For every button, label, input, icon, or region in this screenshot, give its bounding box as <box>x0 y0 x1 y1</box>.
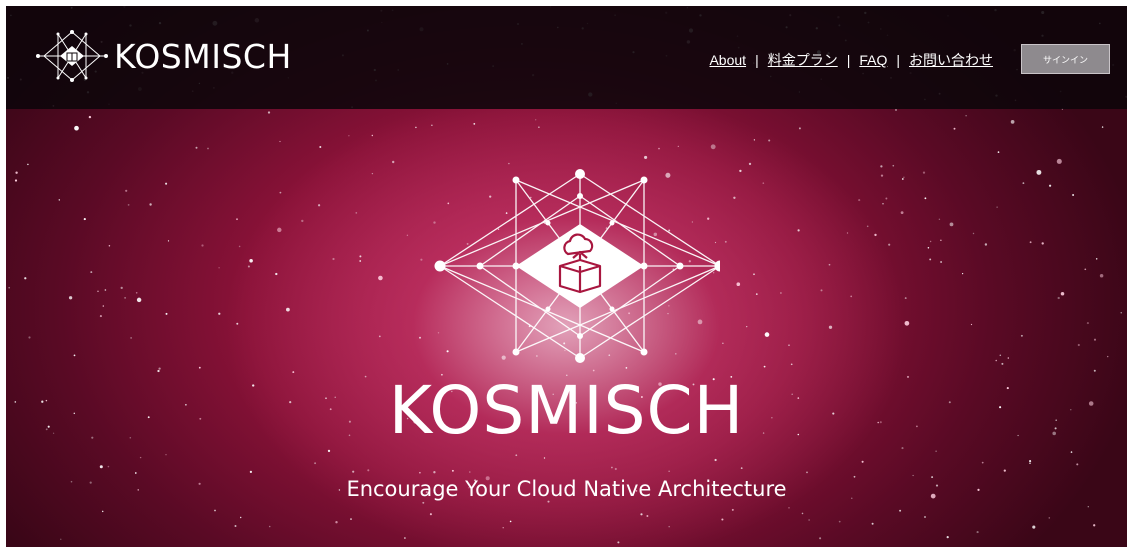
page-frame: KOSMISCH About | 料金プラン | FAQ | お問い合わせ サイ… <box>6 6 1127 547</box>
nav-separator: | <box>896 52 900 68</box>
nav-link-faq[interactable]: FAQ <box>859 52 887 68</box>
nav-link-about[interactable]: About <box>709 52 746 68</box>
nav-separator: | <box>846 52 851 68</box>
hero-title: KOSMISCH <box>388 372 745 449</box>
signin-button[interactable]: サインイン <box>1021 44 1110 74</box>
site-header: KOSMISCH About | 料金プラン | FAQ | お問い合わせ サイ… <box>6 6 1127 109</box>
nav-link-contact[interactable]: お問い合わせ <box>909 50 993 70</box>
nav-separator: | <box>755 52 759 68</box>
nav-link-pricing[interactable]: 料金プラン <box>768 50 838 70</box>
cosmic-network-logo-icon <box>36 30 108 82</box>
brand-name: KOSMISCH <box>114 36 292 76</box>
hero-tagline: Encourage Your Cloud Native Architecture <box>346 477 787 501</box>
brand[interactable]: KOSMISCH <box>36 28 292 84</box>
main-nav: About | 料金プラン | FAQ | お問い合わせ <box>709 50 993 70</box>
cloud-box-network-icon <box>434 169 720 363</box>
